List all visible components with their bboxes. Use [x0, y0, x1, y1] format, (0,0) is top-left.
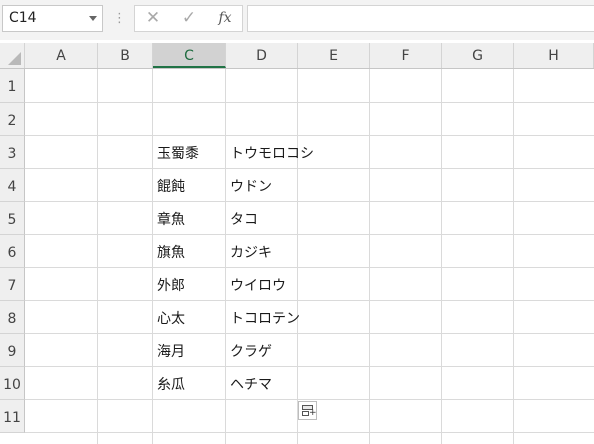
cell-c7[interactable]: 外郎	[157, 268, 185, 301]
column-header-c[interactable]: C	[153, 43, 226, 68]
select-all-triangle-icon	[8, 52, 21, 65]
cell-d9[interactable]: クラゲ	[230, 334, 272, 367]
cell-c8[interactable]: 心太	[157, 301, 185, 334]
grid-row-line	[25, 234, 594, 235]
row-header-5[interactable]: 5	[0, 202, 25, 235]
enter-icon[interactable]: ✓	[177, 6, 201, 31]
grid-row-line	[25, 267, 594, 268]
row-header-8[interactable]: 8	[0, 301, 25, 334]
column-header-g[interactable]: G	[442, 43, 514, 68]
column-header-b[interactable]: B	[98, 43, 153, 68]
formula-buttons: ✕ ✓ fx	[134, 5, 243, 32]
grid-row-line	[25, 300, 594, 301]
cell-d10[interactable]: ヘチマ	[230, 367, 272, 400]
grid-column-line	[369, 69, 370, 444]
row-header-6[interactable]: 6	[0, 235, 25, 268]
cell-c3[interactable]: 玉蜀黍	[157, 136, 199, 169]
name-box[interactable]: C14	[2, 5, 103, 32]
cell-c10[interactable]: 糸瓜	[157, 367, 185, 400]
insert-function-icon[interactable]: fx	[213, 6, 237, 31]
cell-grid[interactable]: 玉蜀黍 トウモロコシ餛飩 ウドン章魚 タコ旗魚 カジキ外郎 ウイロウ心太 トコロテン海月 クラ…	[25, 69, 594, 444]
column-header-h[interactable]: H	[514, 43, 594, 68]
grid-row-line	[25, 102, 594, 103]
grid-column-line	[513, 69, 514, 444]
paste-options-icon[interactable]: +	[298, 401, 317, 420]
cell-c9[interactable]: 海月	[157, 334, 185, 367]
grid-row-line	[25, 432, 594, 433]
column-header-d[interactable]: D	[226, 43, 298, 68]
row-header-3[interactable]: 3	[0, 136, 25, 169]
column-header-row: ABCDEFGH	[0, 43, 594, 69]
column-header-f[interactable]: F	[370, 43, 442, 68]
row-header-1[interactable]: 1	[0, 69, 25, 103]
formula-bar: C14 ⋮ ✕ ✓ fx	[0, 0, 594, 40]
grid-column-line	[225, 69, 226, 444]
row-header-7[interactable]: 7	[0, 268, 25, 301]
cell-d4[interactable]: ウドン	[230, 169, 272, 202]
formula-bar-grip-icon[interactable]: ⋮	[113, 11, 126, 27]
cancel-icon[interactable]: ✕	[141, 6, 165, 31]
column-header-a[interactable]: A	[25, 43, 98, 68]
cell-d3[interactable]: トウモロコシ	[230, 136, 314, 169]
name-box-value: C14	[9, 10, 37, 26]
cell-d8[interactable]: トコロテン	[230, 301, 300, 334]
grid-column-line	[152, 69, 153, 444]
cell-c5[interactable]: 章魚	[157, 202, 185, 235]
cell-d6[interactable]: カジキ	[230, 235, 272, 268]
row-header-11[interactable]: 11	[0, 400, 25, 433]
row-header-2[interactable]: 2	[0, 103, 25, 136]
grid-row-line	[25, 366, 594, 367]
grid-row-line	[25, 201, 594, 202]
formula-input[interactable]	[247, 5, 594, 32]
row-header-4[interactable]: 4	[0, 169, 25, 202]
grid-row-line	[25, 399, 594, 400]
cell-d7[interactable]: ウイロウ	[230, 268, 286, 301]
grid-column-line	[297, 69, 298, 444]
cell-c4[interactable]: 餛飩	[157, 169, 185, 202]
cell-c6[interactable]: 旗魚	[157, 235, 185, 268]
grid-row-line	[25, 333, 594, 334]
cell-d5[interactable]: タコ	[230, 202, 258, 235]
select-all-button[interactable]	[0, 43, 25, 68]
grid-column-line	[441, 69, 442, 444]
name-box-dropdown-icon[interactable]	[89, 16, 97, 21]
row-header-9[interactable]: 9	[0, 334, 25, 367]
row-header-10[interactable]: 10	[0, 367, 25, 400]
grid-column-line	[97, 69, 98, 444]
column-header-e[interactable]: E	[298, 43, 370, 68]
